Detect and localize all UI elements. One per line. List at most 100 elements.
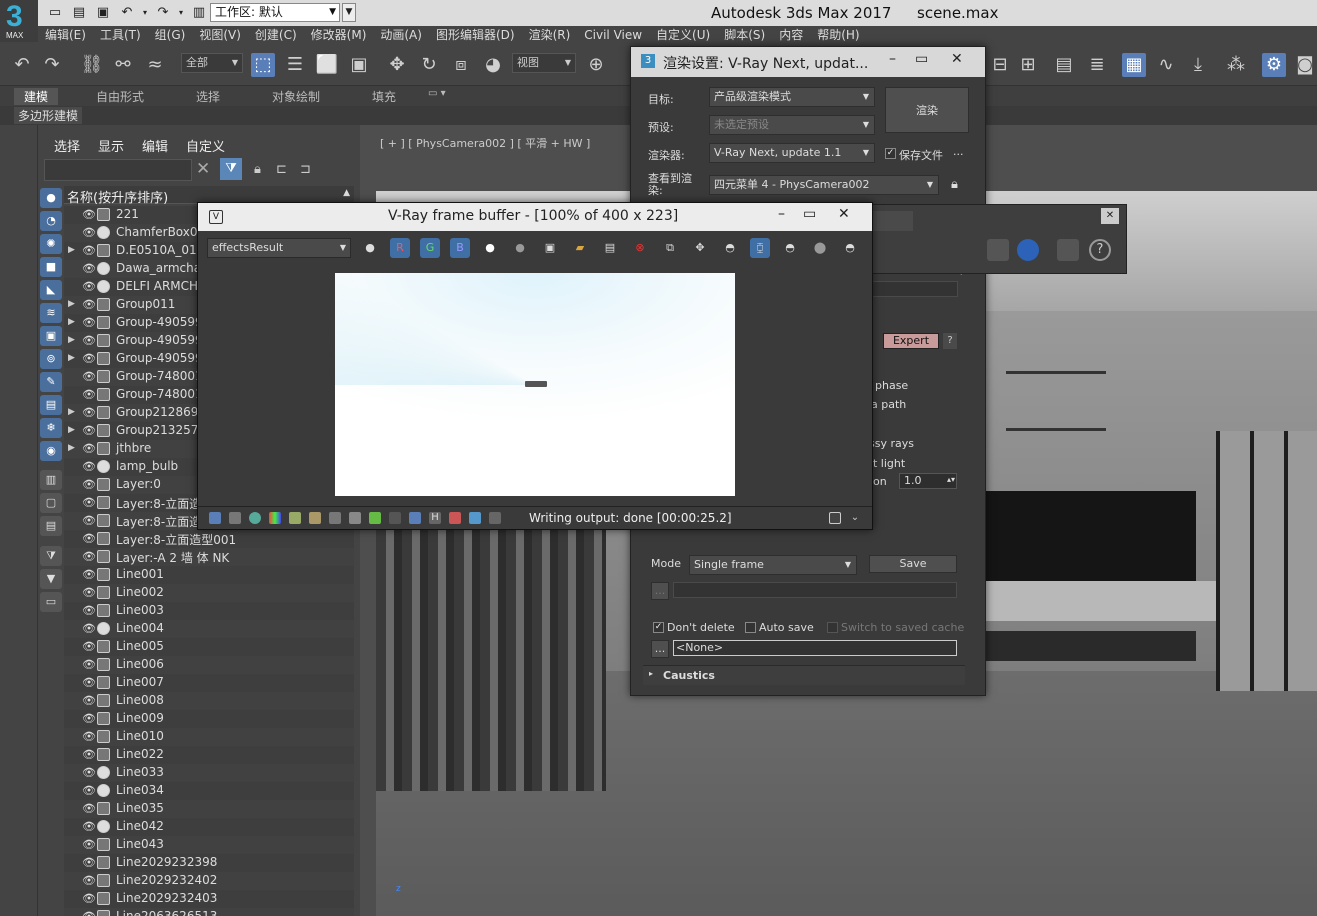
menu-item[interactable]: 图形编辑器(D): [429, 26, 522, 44]
duplicate-to-max-icon[interactable]: ⧉: [660, 238, 680, 258]
save-file-more-button[interactable]: ...: [953, 145, 964, 158]
visibility-eye-icon[interactable]: 👁︎: [82, 244, 96, 257]
close-icon[interactable]: ✕: [838, 206, 850, 222]
ribbon-tab-modeling[interactable]: 建模: [14, 88, 59, 105]
lock-view-icon[interactable]: 🔒︎: [951, 177, 958, 192]
spacewarps-filter-icon[interactable]: ≋: [40, 303, 62, 323]
visibility-eye-icon[interactable]: 👁︎: [82, 910, 96, 916]
menu-item[interactable]: 内容: [772, 26, 810, 44]
display-none-icon[interactable]: ▢: [40, 493, 62, 513]
explorer-row[interactable]: 👁︎ Line005: [64, 638, 354, 656]
invert-display-icon[interactable]: ▤: [40, 516, 62, 536]
visibility-eye-icon[interactable]: 👁︎: [82, 874, 96, 887]
explorer-search-input[interactable]: [44, 159, 192, 181]
close-icon[interactable]: ✕: [951, 51, 963, 67]
color-channels-icon[interactable]: ●: [360, 238, 380, 258]
lut-icon[interactable]: [369, 512, 381, 524]
link-icon[interactable]: ⛓: [80, 53, 104, 77]
map-path-field[interactable]: [673, 582, 957, 598]
explorer-row[interactable]: 👁︎ Line004: [64, 620, 354, 638]
explorer-menu-select[interactable]: 选择: [54, 136, 80, 155]
expand-arrow-icon[interactable]: ▶: [68, 407, 75, 417]
explorer-row[interactable]: 👁︎ Line2063626513: [64, 908, 354, 916]
explorer-row[interactable]: 👁︎ Line002: [64, 584, 354, 602]
lens-effects-icon[interactable]: [349, 512, 361, 524]
window-crossing-icon[interactable]: ▣: [347, 53, 371, 77]
hidden-filter-icon[interactable]: ◉: [40, 441, 62, 461]
visibility-eye-icon[interactable]: 👁︎: [82, 784, 96, 797]
render-region-icon[interactable]: [987, 239, 1009, 261]
explorer-row[interactable]: 👁︎ Line001: [64, 566, 354, 584]
visibility-eye-icon[interactable]: 👁︎: [82, 838, 96, 851]
visibility-eye-icon[interactable]: 👁︎: [82, 604, 96, 617]
visibility-eye-icon[interactable]: 👁︎: [82, 550, 96, 563]
explorer-row[interactable]: 👁︎ Line008: [64, 692, 354, 710]
explorer-menu-display[interactable]: 显示: [98, 136, 124, 155]
menu-item[interactable]: 修改器(M): [304, 26, 374, 44]
render-settings-titlebar[interactable]: 3 渲染设置: V-Ray Next, updat... – ▭ ✕: [631, 47, 985, 77]
cameras-filter-icon[interactable]: ■: [40, 257, 62, 277]
chevron-down-icon[interactable]: ⌄: [849, 512, 861, 524]
explorer-row[interactable]: 👁︎ Line2029232398: [64, 854, 354, 872]
expand-arrow-icon[interactable]: ▶: [68, 425, 75, 435]
menu-item[interactable]: 渲染(R): [522, 26, 578, 44]
track-mouse-icon[interactable]: ✥: [690, 238, 710, 258]
pivot-center-icon[interactable]: ⊕: [584, 53, 608, 77]
menu-item[interactable]: 帮助(H): [810, 26, 866, 44]
visibility-eye-icon[interactable]: 👁︎: [82, 856, 96, 869]
exposure-icon[interactable]: [329, 512, 341, 524]
visibility-eye-icon[interactable]: 👁︎: [82, 496, 96, 509]
scale-icon[interactable]: ⧈: [449, 53, 473, 77]
bones-filter-icon[interactable]: ✎: [40, 372, 62, 392]
visibility-eye-icon[interactable]: 👁︎: [82, 442, 96, 455]
explorer-row[interactable]: 👁︎ Line2029232403: [64, 890, 354, 908]
app-logo[interactable]: 3 MAX: [0, 0, 38, 42]
select-object-icon[interactable]: ⬚: [251, 53, 275, 77]
explorer-row[interactable]: 👁︎ Line043: [64, 836, 354, 854]
explorer-row[interactable]: 👁︎ Line006: [64, 656, 354, 674]
redo-dropdown-icon[interactable]: ▾: [176, 3, 186, 23]
curves-icon[interactable]: [309, 512, 321, 524]
xrefs-filter-icon[interactable]: ⊚: [40, 349, 62, 369]
renderer-dropdown[interactable]: V-Ray Next, update 1.1 ▼: [709, 143, 875, 163]
open-file-icon[interactable]: ▤: [68, 3, 90, 23]
groups-filter-icon[interactable]: ▣: [40, 326, 62, 346]
save-icon[interactable]: ▣: [92, 3, 114, 23]
load-image-icon[interactable]: ▰: [570, 238, 590, 258]
expand-arrow-icon[interactable]: ▶: [68, 245, 75, 255]
show-corrections-icon[interactable]: [209, 512, 221, 524]
expert-mode-button[interactable]: Expert: [883, 333, 939, 349]
schematic-view-icon[interactable]: ⁂: [1224, 53, 1248, 77]
redo-icon[interactable]: ↷: [40, 53, 64, 77]
workspace-menu-icon[interactable]: ▼: [342, 3, 356, 22]
visibility-eye-icon[interactable]: 👁︎: [82, 208, 96, 221]
explorer-row[interactable]: 👁︎ Line010: [64, 728, 354, 746]
visibility-eye-icon[interactable]: 👁︎: [82, 802, 96, 815]
color-corrections-icon[interactable]: [269, 512, 281, 524]
browse-cache-button[interactable]: ...: [651, 640, 669, 658]
histogram-icon[interactable]: H: [429, 512, 441, 524]
switch-saved-cache-checkbox[interactable]: [827, 622, 838, 633]
render-options-icon[interactable]: [1057, 239, 1079, 261]
lock-icon[interactable]: 🔒︎: [254, 162, 261, 177]
clear-search-icon[interactable]: ✕: [196, 159, 210, 179]
visibility-eye-icon[interactable]: 👁︎: [82, 424, 96, 437]
spinner-arrows-icon[interactable]: ▴▾: [947, 475, 955, 484]
menu-item[interactable]: Civil View: [577, 26, 649, 44]
expand-arrow-icon[interactable]: ▶: [68, 335, 75, 345]
workspace-selector[interactable]: 工作区: 默认 ▼: [210, 3, 340, 22]
toggle-panel-icon[interactable]: [829, 512, 841, 524]
close-icon[interactable]: ✕: [1101, 208, 1119, 224]
saved-map-field[interactable]: [863, 281, 958, 297]
explorer-row[interactable]: 👁︎ Line2029232402: [64, 872, 354, 890]
curve-editor-icon[interactable]: ∿: [1154, 53, 1178, 77]
menu-item[interactable]: 动画(A): [373, 26, 429, 44]
compare-icon[interactable]: ⧮: [750, 238, 770, 258]
alpha-channel-icon[interactable]: ●: [480, 238, 500, 258]
minimize-icon[interactable]: –: [889, 51, 896, 67]
menu-item[interactable]: 创建(C): [248, 26, 304, 44]
visibility-eye-icon[interactable]: 👁︎: [82, 334, 96, 347]
visibility-eye-icon[interactable]: 👁︎: [82, 820, 96, 833]
helpers-filter-icon[interactable]: ◣: [40, 280, 62, 300]
help-icon[interactable]: ?: [1089, 239, 1111, 261]
